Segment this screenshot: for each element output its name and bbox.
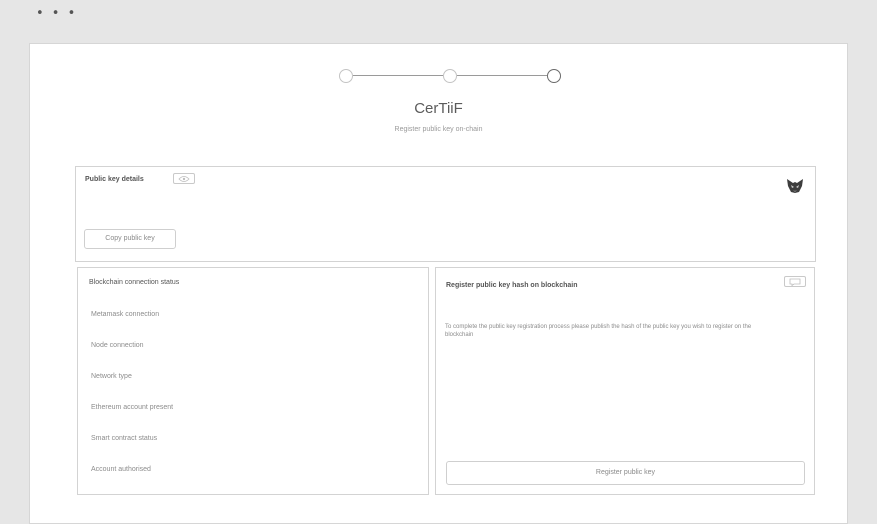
public-key-details-card: Public key details Copy public key	[75, 166, 816, 262]
status-item-metamask: Metamask connection	[91, 311, 160, 318]
page-subtitle: Register public key on-chain	[394, 126, 483, 133]
page-title: CerTiiF	[414, 100, 463, 117]
status-item-contract: Smart contract status	[91, 435, 158, 442]
step-3-indicator	[547, 69, 561, 83]
stepper-connector	[353, 75, 443, 76]
app-window: CerTiiF Register public key on-chain Pub…	[29, 43, 848, 524]
register-key-heading: Register public key hash on blockchain	[446, 282, 578, 289]
register-description: To complete the public key registration …	[445, 324, 752, 338]
status-item-authorised: Account authorised	[91, 466, 151, 473]
status-item-network: Network type	[91, 373, 132, 380]
status-list: Metamask connection Node connection Netw…	[91, 310, 173, 496]
public-key-details-heading: Public key details	[85, 176, 144, 183]
step-2-indicator	[443, 69, 457, 83]
blockchain-status-card: Blockchain connection status Metamask co…	[77, 267, 429, 495]
chat-icon[interactable]	[784, 276, 806, 287]
blockchain-status-heading: Blockchain connection status	[89, 279, 180, 286]
copy-public-key-button[interactable]: Copy public key	[84, 229, 176, 249]
stepper-connector	[457, 75, 547, 76]
step-1-indicator	[339, 69, 353, 83]
metamask-fox-icon	[786, 178, 804, 194]
eye-icon[interactable]	[173, 173, 195, 184]
window-controls: • • •	[36, 6, 78, 21]
register-public-key-button[interactable]: Register public key	[446, 461, 805, 485]
status-item-account-present: Ethereum account present	[91, 404, 174, 411]
progress-stepper	[339, 69, 561, 83]
status-item-node: Node connection	[91, 342, 144, 349]
register-key-card: Register public key hash on blockchain T…	[435, 267, 815, 495]
